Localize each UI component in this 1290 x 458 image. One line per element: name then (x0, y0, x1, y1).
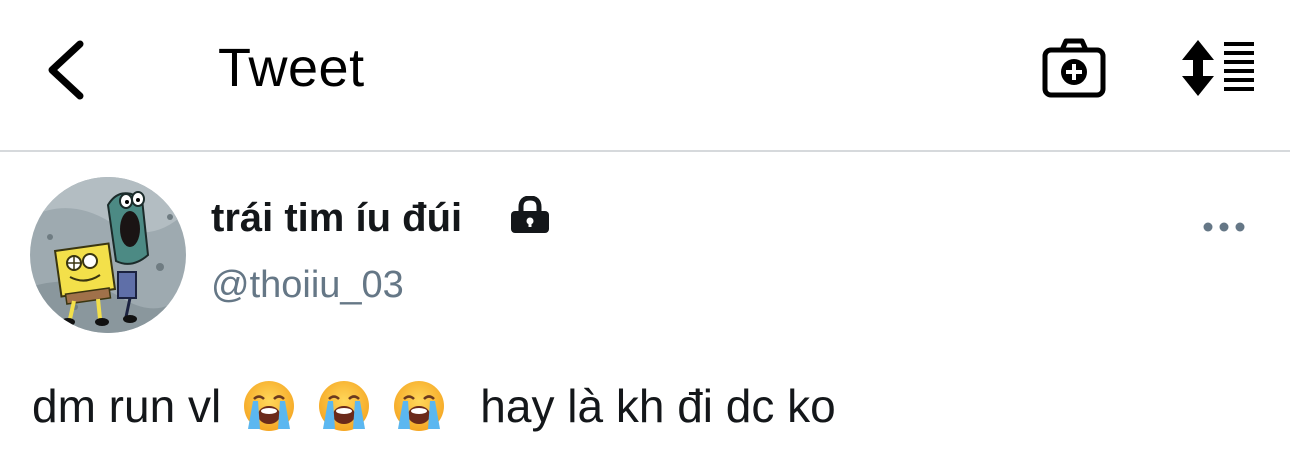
camera-add-icon (1042, 38, 1106, 98)
tweet-text: dm run vl hay là kh đi dc ko (32, 370, 836, 438)
top-navigation-bar: Tweet (0, 0, 1290, 152)
author-display-name[interactable]: trái tim íu đúi (211, 194, 462, 242)
sort-button[interactable] (1176, 36, 1258, 100)
tweet-text-after: hay là kh đi dc ko (480, 379, 836, 432)
author-handle[interactable]: @thoiiu_03 (211, 262, 404, 308)
avatar[interactable] (30, 177, 186, 333)
loudly-crying-face-emoji (318, 380, 369, 431)
camera-button[interactable] (1040, 36, 1108, 100)
sort-list-icon (1182, 40, 1254, 96)
loudly-crying-face-emoji (393, 380, 444, 431)
more-dots-icon (1203, 222, 1245, 232)
loudly-crying-face-emoji (243, 380, 294, 431)
chevron-left-icon (48, 40, 84, 100)
lock-icon (509, 195, 551, 234)
back-button[interactable] (40, 38, 96, 102)
spongebob-avatar (30, 177, 186, 333)
page-title: Tweet (218, 38, 365, 98)
tweet-text-before: dm run vl (32, 379, 222, 432)
more-options-button[interactable] (1198, 210, 1250, 244)
